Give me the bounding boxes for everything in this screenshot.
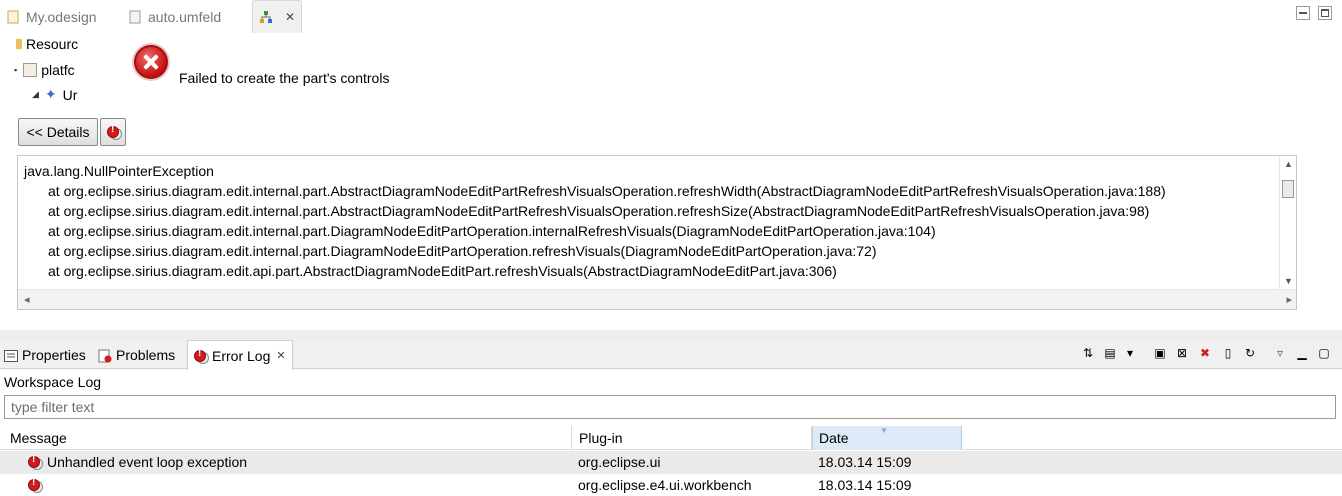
restore-log-icon[interactable]: ↻	[1242, 345, 1258, 361]
folder-icon	[16, 39, 22, 49]
scroll-right-icon[interactable]: ▸	[1286, 293, 1292, 306]
table-row[interactable]: Unhandled event loop exception org.eclip…	[0, 451, 1342, 474]
copy-to-clipboard-button[interactable]	[100, 118, 126, 146]
scroll-left-icon[interactable]: ◂	[24, 293, 30, 306]
clear-log-icon[interactable]: ⊠	[1174, 345, 1190, 361]
cell-message: Unhandled event loop exception	[47, 454, 248, 470]
vertical-scrollbar[interactable]: ▲ ▼	[1279, 156, 1296, 289]
export-log-icon[interactable]: ⇅	[1080, 345, 1096, 361]
editor-tab-bar: My.odesign auto.umfeld ✕	[0, 0, 1342, 33]
problems-icon	[98, 349, 112, 362]
view-tab-bar: Properties Problems Error Log ✕ ⇅ ▤ ▾ ▣ …	[0, 340, 1342, 370]
column-header-message[interactable]: Message	[4, 426, 572, 450]
expand-icon[interactable]: ▪	[14, 65, 17, 75]
view-menu-icon[interactable]: ▿	[1272, 345, 1288, 361]
cell-date: 18.03.14 15:09	[818, 477, 912, 493]
diagram-icon	[259, 10, 273, 24]
stack-trace-line: at org.eclipse.sirius.diagram.edit.inter…	[48, 203, 1150, 219]
table-row[interactable]: org.eclipse.e4.ui.workbench 18.03.14 15:…	[0, 474, 1342, 496]
maximize-view-icon[interactable]: ▢	[1316, 345, 1332, 361]
close-icon[interactable]: ✕	[276, 349, 285, 362]
project-tree: Resourc ▪ platfc ◢ ✦ Ur	[14, 36, 82, 108]
sort-descending-icon: ▼	[880, 426, 888, 435]
column-header-plugin[interactable]: Plug-in	[573, 426, 812, 450]
open-log-icon[interactable]: ▣	[1152, 345, 1168, 361]
minimize-button[interactable]	[1296, 6, 1310, 20]
file-icon	[128, 10, 142, 24]
error-log-icon	[107, 124, 119, 138]
cell-plugin: org.eclipse.ui	[578, 454, 661, 470]
stack-trace-line: at org.eclipse.sirius.diagram.edit.inter…	[48, 223, 936, 239]
editor-tab-label: auto.umfeld	[148, 8, 222, 25]
stack-trace-line: at org.eclipse.sirius.diagram.edit.inter…	[48, 183, 1166, 199]
horizontal-scrollbar[interactable]: ◂ ▸	[18, 289, 1296, 309]
tab-problems[interactable]: Problems	[98, 340, 175, 369]
cell-message	[47, 474, 572, 496]
tree-item-label: Ur	[62, 86, 78, 103]
tab-label: Error Log	[212, 347, 271, 364]
tree-item[interactable]: ▪ platfc	[14, 62, 75, 78]
error-entry-icon	[28, 454, 40, 468]
error-log-icon	[194, 348, 206, 362]
project-icon	[23, 63, 38, 77]
collapse-triangle-icon[interactable]: ◢	[32, 89, 39, 100]
error-log-table: Message Plug-in Date ▼ Unhandled event l…	[0, 426, 1342, 496]
file-icon	[6, 10, 20, 24]
workspace-log-title: Workspace Log	[4, 374, 102, 390]
view-menu-chevron-down-icon[interactable]: ▾	[1122, 345, 1138, 361]
editor-area: My.odesign auto.umfeld ✕ Resourc ▪ platf…	[0, 0, 1342, 330]
properties-icon	[4, 349, 18, 362]
editor-tab-label: My.odesign	[26, 8, 97, 25]
scroll-up-icon[interactable]: ▲	[1284, 159, 1293, 169]
stack-trace-line: java.lang.NullPointerException	[24, 163, 214, 179]
tree-item-label: Resourc	[26, 36, 79, 52]
tree-item-label: platfc	[41, 62, 75, 78]
element-icon: ✦	[44, 86, 57, 102]
view-stack: Properties Problems Error Log ✕ ⇅ ▤ ▾ ▣ …	[0, 340, 1342, 496]
scroll-thumb[interactable]	[1282, 180, 1294, 198]
maximize-button[interactable]	[1318, 6, 1332, 20]
import-log-icon[interactable]: ▤	[1102, 345, 1118, 361]
close-icon[interactable]: ✕	[285, 10, 295, 24]
table-header: Message Plug-in Date ▼	[0, 426, 1342, 450]
stack-trace-text: java.lang.NullPointerException at org.ecl…	[24, 161, 1166, 281]
tab-label: Properties	[22, 346, 86, 363]
tab-properties[interactable]: Properties	[4, 340, 86, 369]
tab-error-log[interactable]: Error Log ✕	[187, 340, 293, 370]
cell-plugin: org.eclipse.e4.ui.workbench	[578, 477, 752, 493]
filter-input[interactable]	[4, 395, 1336, 419]
event-details-icon[interactable]: ▯	[1220, 345, 1236, 361]
cell-date: 18.03.14 15:09	[818, 454, 912, 470]
error-entry-icon	[28, 477, 40, 491]
editor-tab-diagram[interactable]: ✕	[252, 0, 303, 33]
details-button[interactable]: << Details	[18, 118, 98, 146]
tab-label: Problems	[116, 346, 176, 363]
minimize-view-icon[interactable]: ▁	[1294, 345, 1310, 361]
tree-item[interactable]: ◢ ✦ Ur	[32, 86, 77, 103]
stack-trace-area[interactable]: java.lang.NullPointerException at org.ecl…	[17, 155, 1297, 310]
scroll-down-icon[interactable]: ▼	[1284, 276, 1293, 286]
stack-trace-line: at org.eclipse.sirius.diagram.edit.inter…	[48, 243, 877, 259]
stack-trace-line: at org.eclipse.sirius.diagram.edit.api.p…	[48, 263, 837, 279]
sash-separator[interactable]	[0, 330, 1342, 340]
tree-item[interactable]: Resourc	[16, 36, 78, 52]
error-message: Failed to create the part's controls	[179, 70, 390, 86]
delete-log-icon[interactable]: ✖	[1197, 345, 1213, 361]
editor-tab-auto-umfeld[interactable]: auto.umfeld	[128, 0, 221, 33]
error-icon	[134, 45, 168, 79]
editor-tab-my-odesign[interactable]: My.odesign	[6, 0, 97, 33]
